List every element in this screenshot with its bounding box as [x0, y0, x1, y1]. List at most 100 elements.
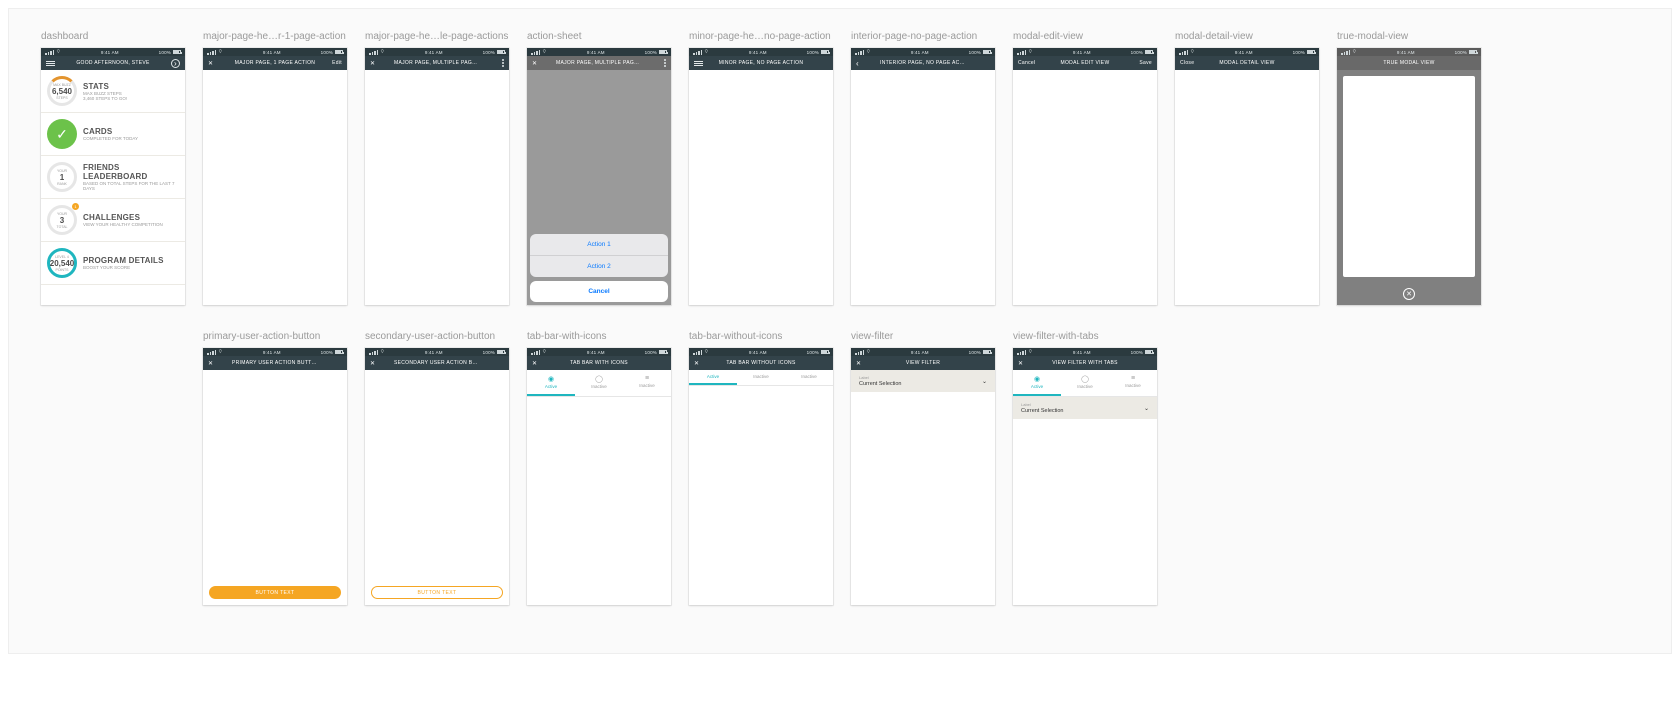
artboard-modaledit[interactable]: modal-edit-view ⌔ 9:41 AM 100% Cancel MO… — [1013, 31, 1157, 305]
artboard-viewfiltertabs[interactable]: view-filter-with-tabs ⌔ 9:41 AM 100% VIE… — [1013, 331, 1157, 605]
artboard-title: modal-edit-view — [1013, 31, 1157, 42]
status-time: 9:41 AM — [425, 50, 443, 55]
action-sheet-scrim[interactable]: MAJOR PAGE, MULTIPLE PAGE ACTIONS Action… — [527, 56, 671, 305]
nav-bar: VIEW FILTER — [851, 356, 995, 370]
close-icon[interactable] — [532, 60, 537, 67]
tab-icon: ≡ — [625, 375, 669, 382]
battery-pct: 100% — [645, 350, 657, 355]
tab-label: Inactive — [753, 374, 769, 379]
close-circle-icon: ✕ — [1403, 288, 1415, 300]
menu-icon[interactable] — [46, 61, 55, 66]
close-icon[interactable] — [370, 360, 375, 367]
artboard-title: major-page-he…le-page-actions — [365, 31, 509, 42]
artboard-major2[interactable]: major-page-he…le-page-actions ⌔ 9:41 AM … — [365, 31, 509, 305]
close-icon[interactable] — [532, 360, 537, 367]
more-icon[interactable] — [664, 59, 666, 67]
artboard-title: tab-bar-with-icons — [527, 331, 671, 342]
close-icon[interactable] — [370, 60, 375, 67]
item-title: CARDS — [83, 127, 138, 136]
tab[interactable]: ◯ Inactive — [575, 370, 623, 396]
nav-right-text[interactable]: Save — [1139, 60, 1152, 66]
close-icon[interactable] — [208, 360, 213, 367]
artboard-title: secondary-user-action-button — [365, 331, 509, 342]
wifi-icon: ⌔ — [56, 49, 61, 55]
close-icon[interactable] — [1018, 360, 1023, 367]
close-icon[interactable] — [694, 360, 699, 367]
canvas: dashboard ⌔ 9:41 AM 100% GOOD AFTERNOON,… — [8, 8, 1672, 654]
true-modal: ⌔ 9:41 AM 100% TRUE MODAL VIEW ✕ — [1337, 48, 1481, 305]
empty-body — [1013, 70, 1157, 305]
filter-label: Label — [1021, 402, 1064, 407]
tab-icon: ≡ — [1111, 375, 1155, 382]
dashboard-item[interactable]: MAX BUZZ 6,540 STEPS STATS MAX BUZZ STEP… — [41, 70, 185, 113]
artboard-interior[interactable]: interior-page-no-page-action ⌔ 9:41 AM 1… — [851, 31, 995, 305]
artboard-viewfilter[interactable]: view-filter ⌔ 9:41 AM 100% VIEW FILTER L… — [851, 331, 995, 605]
dropdown-icon: ⌄ — [1144, 405, 1149, 412]
battery-icon — [335, 50, 343, 54]
dashboard-item[interactable]: LEVEL 4 20,540 POINTS PROGRAM DETAILS BO… — [41, 242, 185, 285]
artboard-tabnoicons[interactable]: tab-bar-without-icons ⌔ 9:41 AM 100% TAB… — [689, 331, 833, 605]
tab[interactable]: Inactive — [785, 370, 833, 385]
modal-close-bar[interactable]: ✕ — [1337, 283, 1481, 305]
dashboard-item[interactable]: YOUR 3 TOTAL 1 CHALLENGES VIEW YOUR HEAL… — [41, 199, 185, 242]
menu-icon[interactable] — [694, 61, 703, 66]
tab[interactable]: Inactive — [737, 370, 785, 385]
artboard-title: major-page-he…r-1-page-action — [203, 31, 347, 42]
close-icon[interactable] — [208, 60, 213, 67]
tab-icon: ◯ — [1063, 375, 1107, 383]
artboard-title: primary-user-action-button — [203, 331, 347, 342]
more-icon[interactable] — [502, 59, 504, 67]
battery-pct: 100% — [969, 50, 981, 55]
wifi-icon: ⌔ — [704, 349, 709, 355]
battery-icon — [173, 50, 181, 54]
artboard-tabicons[interactable]: tab-bar-with-icons ⌔ 9:41 AM 100% TAB BA… — [527, 331, 671, 605]
phone-frame: ⌔ 9:41 AM 100% Close MODAL DETAIL VIEW — [1175, 48, 1319, 305]
filter-bar[interactable]: Label Current Selection ⌄ — [1013, 397, 1157, 419]
stat-badge: YOUR 1 RANK — [47, 162, 77, 192]
phone-frame: ⌔ 9:41 AM 100% Cancel MODAL EDIT VIEW Sa… — [1013, 48, 1157, 305]
item-title: PROGRAM DETAILS — [83, 256, 164, 265]
nav-bar: TAB BAR WITH ICONS — [527, 356, 671, 370]
tab-label: Inactive — [591, 384, 607, 389]
dashboard-item[interactable]: ✓ CARDS COMPLETED FOR TODAY — [41, 113, 185, 156]
artboard-title: view-filter-with-tabs — [1013, 331, 1157, 342]
filter-bar[interactable]: Label Current Selection ⌄ — [851, 370, 995, 392]
tab[interactable]: ≡ Inactive — [1109, 370, 1157, 396]
primary-button[interactable]: BUTTON TEXT — [209, 586, 341, 599]
nav-left-text[interactable]: Close — [1180, 60, 1194, 66]
tab[interactable]: Active — [689, 370, 737, 385]
artboard-truemodal[interactable]: true-modal-view ⌔ 9:41 AM 100% TRUE MODA… — [1337, 31, 1481, 305]
artboard-minor[interactable]: minor-page-he…no-page-action ⌔ 9:41 AM 1… — [689, 31, 833, 305]
back-icon[interactable] — [856, 59, 859, 68]
forward-icon[interactable] — [171, 59, 180, 68]
status-time: 9:41 AM — [1073, 350, 1091, 355]
artboard-secondarybtn[interactable]: secondary-user-action-button ⌔ 9:41 AM 1… — [365, 331, 509, 605]
nav-left-text[interactable]: Cancel — [1018, 60, 1035, 66]
tab[interactable]: ◉ Active — [1013, 370, 1061, 396]
artboard-actionsheet[interactable]: action-sheet ⌔ 9:41 AM 100% MAJOR PAGE, … — [527, 31, 671, 305]
secondary-button[interactable]: BUTTON TEXT — [371, 586, 503, 599]
action-sheet-button[interactable]: Action 1 — [530, 234, 668, 255]
tab[interactable]: ◉ Active — [527, 370, 575, 396]
dashboard-item[interactable]: YOUR 1 RANK FRIENDS LEADERBOARD BASED ON… — [41, 156, 185, 199]
empty-body — [365, 70, 509, 305]
battery-icon — [1145, 50, 1153, 54]
action-sheet-button[interactable]: Action 2 — [530, 255, 668, 277]
artboard-primarybtn[interactable]: primary-user-action-button ⌔ 9:41 AM 100… — [203, 331, 347, 605]
signal-icon — [369, 50, 378, 55]
nav-right-text[interactable]: Edit — [332, 60, 342, 66]
artboard-dashboard[interactable]: dashboard ⌔ 9:41 AM 100% GOOD AFTERNOON,… — [41, 31, 185, 305]
phone-frame: ⌔ 9:41 AM 100% GOOD AFTERNOON, STEVE MAX… — [41, 48, 185, 305]
nav-bar: TRUE MODAL VIEW — [1337, 56, 1481, 70]
artboard-modaldetail[interactable]: modal-detail-view ⌔ 9:41 AM 100% Close M… — [1175, 31, 1319, 305]
tab[interactable]: ◯ Inactive — [1061, 370, 1109, 396]
tab[interactable]: ≡ Inactive — [623, 370, 671, 396]
modal-card — [1343, 76, 1475, 277]
artboard-major1[interactable]: major-page-he…r-1-page-action ⌔ 9:41 AM … — [203, 31, 347, 305]
status-bar: ⌔ 9:41 AM 100% — [41, 48, 185, 56]
nav-title: MAJOR PAGE, MULTIPLE PAGE ACTIONS — [390, 60, 484, 66]
phone-frame: ⌔ 9:41 AM 100% VIEW FILTER WITH TABS ◉ A… — [1013, 348, 1157, 605]
close-icon[interactable] — [856, 360, 861, 367]
status-time: 9:41 AM — [1235, 50, 1253, 55]
action-sheet-cancel[interactable]: Cancel — [530, 281, 668, 302]
